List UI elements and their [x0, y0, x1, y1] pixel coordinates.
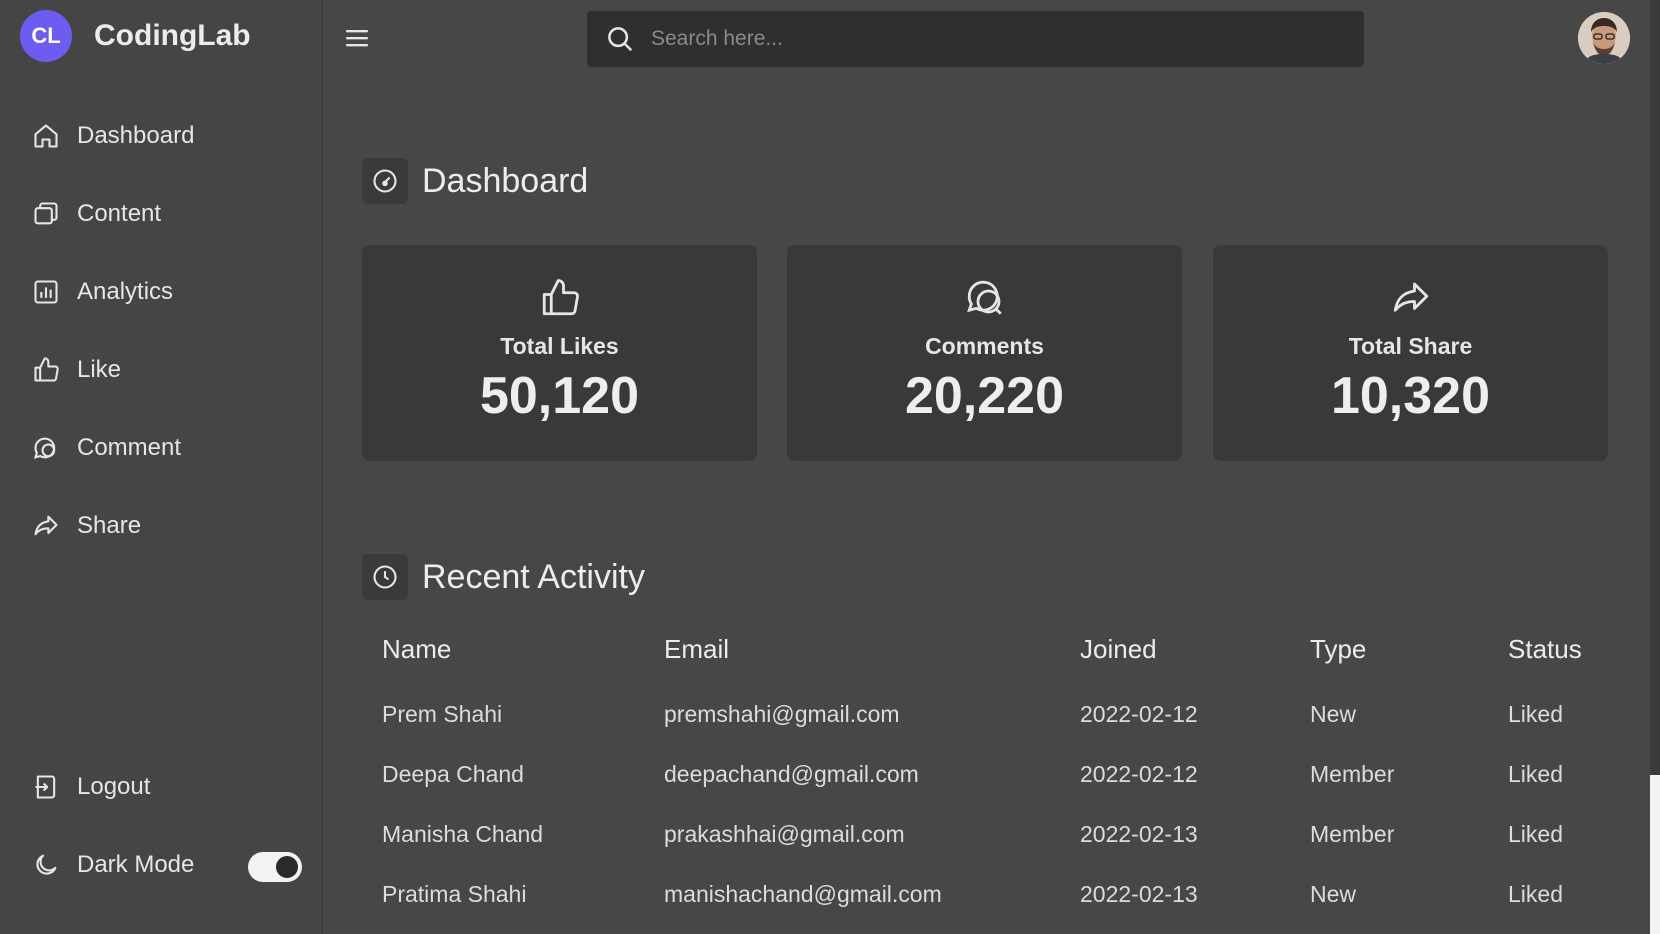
sidebar-item-share[interactable]: Share — [0, 503, 322, 549]
clock-icon — [362, 554, 408, 600]
cell-type: Member — [1310, 820, 1395, 847]
activity-table: Name Email Joined Type Status Prem Shahi… — [362, 634, 1628, 924]
cell-status: Liked — [1508, 700, 1563, 727]
sidebar-item-label: Analytics — [77, 278, 174, 305]
search-bar — [587, 11, 1364, 67]
sidebar-item-label: Dashboard — [77, 122, 195, 149]
logout-label: Logout — [77, 773, 151, 800]
brand-logo: CL — [20, 10, 72, 62]
search-input[interactable] — [649, 26, 1333, 52]
sidebar-item-label: Content — [77, 200, 162, 227]
logout-button[interactable]: Logout — [0, 764, 322, 810]
section-title: Recent Activity — [422, 557, 645, 596]
cell-status: Liked — [1508, 820, 1563, 847]
table-row[interactable]: Deepa Chand deepachand@gmail.com 2022-02… — [362, 744, 1628, 804]
cell-joined: 2022-02-12 — [1080, 700, 1198, 727]
card-label: Total Likes — [500, 333, 619, 359]
avatar[interactable] — [1578, 12, 1630, 64]
search-icon[interactable] — [605, 24, 635, 54]
brand[interactable]: CL CodingLab — [20, 10, 251, 62]
cell-email: prakashhai@gmail.com — [664, 820, 905, 847]
sidebar-nav: Dashboard Content Analytics Like Comment — [0, 113, 322, 581]
brand-name: CodingLab — [94, 19, 251, 52]
share-icon — [31, 511, 61, 541]
column-header-status: Status — [1508, 634, 1582, 664]
logout-icon — [31, 772, 61, 802]
cell-name: Manisha Chand — [382, 820, 544, 847]
thumbs-up-icon — [31, 355, 61, 385]
sidebar: CL CodingLab Dashboard Content Analytics — [0, 0, 323, 934]
cell-name: Deepa Chand — [382, 760, 524, 787]
recent-activity-heading: Recent Activity — [362, 554, 645, 600]
speedometer-icon — [362, 158, 408, 204]
menu-icon[interactable] — [344, 26, 372, 50]
table-row[interactable]: Pratima Shahi manishachand@gmail.com 202… — [362, 864, 1628, 924]
cell-email: manishachand@gmail.com — [664, 880, 942, 907]
sidebar-item-like[interactable]: Like — [0, 347, 322, 393]
sidebar-item-dashboard[interactable]: Dashboard — [0, 113, 322, 159]
comment-icon — [31, 433, 61, 463]
scrollbar-thumb[interactable] — [1650, 775, 1660, 934]
cell-name: Pratima Shahi — [382, 880, 527, 907]
cell-name: Prem Shahi — [382, 700, 503, 727]
files-icon — [31, 199, 61, 229]
column-header-joined: Joined — [1080, 634, 1157, 664]
cell-email: deepachand@gmail.com — [664, 760, 919, 787]
table-header-row: Name Email Joined Type Status — [362, 634, 1628, 684]
card-total-likes: Total Likes 50,120 — [362, 245, 757, 461]
cell-type: Member — [1310, 760, 1395, 787]
thumbs-up-icon — [539, 277, 581, 319]
cell-joined: 2022-02-13 — [1080, 820, 1198, 847]
card-total-share: Total Share 10,320 — [1213, 245, 1608, 461]
cell-status: Liked — [1508, 880, 1563, 907]
column-header-name: Name — [382, 634, 452, 664]
column-header-email: Email — [664, 634, 730, 664]
sidebar-item-analytics[interactable]: Analytics — [0, 269, 322, 315]
toggle-knob — [276, 856, 298, 878]
card-label: Comments — [925, 333, 1044, 359]
dark-mode-label: Dark Mode — [77, 851, 195, 878]
cell-joined: 2022-02-12 — [1080, 760, 1198, 787]
cell-type: New — [1310, 700, 1357, 727]
card-comments: Comments 20,220 — [787, 245, 1182, 461]
sidebar-item-content[interactable]: Content — [0, 191, 322, 237]
bar-chart-icon — [31, 277, 61, 307]
sidebar-item-label: Like — [77, 356, 122, 383]
share-icon — [1390, 277, 1432, 319]
cell-joined: 2022-02-13 — [1080, 880, 1198, 907]
cell-email: premshahi@gmail.com — [664, 700, 900, 727]
sidebar-item-label: Comment — [77, 434, 182, 461]
page-title: Dashboard — [422, 161, 589, 200]
dark-mode-toggle[interactable] — [248, 852, 302, 882]
dashboard-heading: Dashboard — [362, 158, 588, 204]
card-value: 20,220 — [904, 367, 1065, 425]
card-label: Total Share — [1348, 333, 1473, 359]
sidebar-item-label: Share — [77, 512, 142, 539]
comments-icon — [964, 277, 1006, 319]
sidebar-bottom: Logout Dark Mode — [0, 764, 322, 920]
table-row[interactable]: Prem Shahi premshahi@gmail.com 2022-02-1… — [362, 684, 1628, 744]
home-icon — [31, 121, 61, 151]
cell-type: New — [1310, 880, 1357, 907]
column-header-type: Type — [1310, 634, 1367, 664]
sidebar-item-comment[interactable]: Comment — [0, 425, 322, 471]
card-value: 10,320 — [1330, 367, 1491, 425]
table-row[interactable]: Manisha Chand prakashhai@gmail.com 2022-… — [362, 804, 1628, 864]
card-value: 50,120 — [479, 367, 640, 425]
moon-icon — [31, 850, 61, 880]
cell-status: Liked — [1508, 760, 1563, 787]
